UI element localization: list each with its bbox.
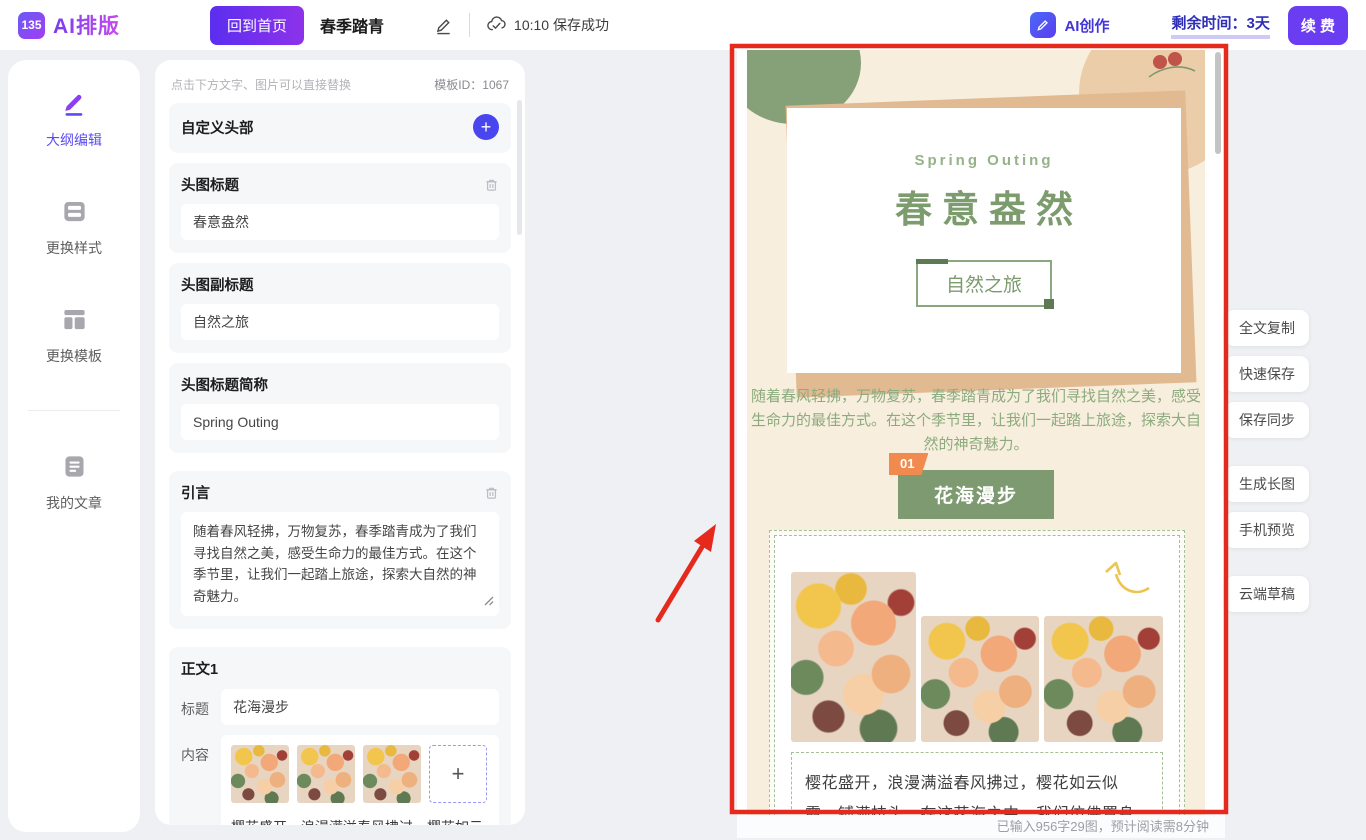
head-title-field-block: 头图标题 [169, 163, 511, 253]
copy-full-text-button[interactable]: 全文复制 [1225, 310, 1309, 346]
annotation-arrow-head [694, 524, 716, 552]
ai-create-label: AI创作 [1064, 15, 1109, 36]
resize-grip-icon[interactable] [484, 593, 494, 611]
body1-label: 正文1 [181, 658, 218, 679]
header-divider [469, 13, 470, 37]
delete-head-title-button[interactable] [484, 177, 499, 193]
yellow-arrow-decoration [1099, 556, 1153, 598]
head-short-input[interactable] [181, 404, 499, 440]
preview-intro-paragraph[interactable]: 随着春风轻拂，万物复苏，春季踏青成为了我们寻找自然之美，感受生命力的最佳方式。在… [751, 385, 1201, 457]
preview-flower-image[interactable] [1044, 616, 1163, 742]
ai-create-button[interactable]: AI创作 [1030, 12, 1109, 38]
app-root: 135 AI排版 回到首页 春季踏青 10:10 保存成功 AI创作 剩余时间：… [0, 0, 1366, 840]
logo-135-icon: 135 [18, 12, 45, 39]
article-document-icon [61, 453, 88, 485]
template-id-text: 模板ID：1067 [434, 76, 509, 93]
sidebar-item-label: 大纲编辑 [46, 130, 102, 150]
preview-gallery-frame: 樱花盛开，浪漫满溢春风拂过，樱花如云似霞，铺满枝头。在这花海之中，我们仿佛置身于… [769, 530, 1185, 815]
back-to-home-button[interactable]: 回到首页 [210, 6, 304, 45]
sidebar-item-change-template[interactable]: 更换模板 [46, 306, 102, 366]
head-subtitle-label: 头图副标题 [181, 274, 254, 295]
template-layout-icon [61, 306, 88, 338]
flower-thumbnail-image[interactable] [297, 745, 355, 803]
save-sync-button[interactable]: 保存同步 [1225, 402, 1309, 438]
preview-scrollbar[interactable] [1215, 52, 1221, 154]
preview-action-buttons: 全文复制 快速保存 保存同步 生成长图 手机预览 云端草稿 [1225, 310, 1309, 612]
preview-main-title: 春意盎然 [787, 179, 1181, 233]
flower-thumbnail-image[interactable] [363, 745, 421, 803]
preview-english-title: Spring Outing [787, 108, 1181, 169]
renew-button[interactable]: 续 费 [1288, 6, 1348, 45]
preview-flower-image[interactable] [921, 616, 1040, 742]
add-image-button[interactable] [429, 745, 487, 803]
generate-long-image-button[interactable]: 生成长图 [1225, 466, 1309, 502]
outline-pencil-icon [61, 90, 88, 122]
word-count-status-bar: 已输入956字29图，预计阅读需8分钟 [737, 815, 1225, 838]
title-card[interactable]: Spring Outing 春意盎然 自然之旅 [787, 108, 1181, 373]
preview-subtitle-box: 自然之旅 [916, 260, 1052, 307]
preview-flower-image[interactable] [791, 572, 916, 742]
body1-content-label: 内容 [181, 735, 221, 765]
ai-pencil-icon [1030, 12, 1056, 38]
editor-hint-text: 点击下方文字、图片可以直接替换 [171, 76, 351, 93]
app-logo-title: AI排版 [53, 10, 120, 40]
save-status-text: 10:10 保存成功 [514, 15, 609, 35]
editor-scrollbar[interactable] [517, 100, 522, 235]
delete-intro-button[interactable] [484, 485, 499, 501]
annotation-arrow [658, 547, 702, 620]
preview-canvas: Spring Outing 春意盎然 自然之旅 随着春风轻拂，万物复苏，春季踏青… [747, 48, 1205, 815]
body1-content-text[interactable]: 樱花盛开，浪漫满溢春风拂过，樱花如云似霞，铺满枝头。在这花海之中，我们仿佛置身于… [231, 815, 489, 825]
left-sidebar: 大纲编辑 更换样式 更换模板 我的文章 [8, 60, 140, 832]
phone-preview-button[interactable]: 手机预览 [1225, 512, 1309, 548]
head-subtitle-field-block: 头图副标题 [169, 263, 511, 353]
flower-thumbnail-image[interactable] [231, 745, 289, 803]
sidebar-divider [28, 410, 120, 411]
sidebar-item-outline-edit[interactable]: 大纲编辑 [46, 90, 102, 150]
sidebar-item-label: 更换样式 [46, 238, 102, 258]
body1-content-editor: 樱花盛开，浪漫满溢春风拂过，樱花如云似霞，铺满枝头。在这花海之中，我们仿佛置身于… [221, 735, 499, 825]
top-header-bar: 135 AI排版 回到首页 春季踏青 10:10 保存成功 AI创作 剩余时间：… [0, 0, 1366, 50]
sidebar-item-change-style[interactable]: 更换样式 [46, 198, 102, 258]
save-status: 10:10 保存成功 [486, 15, 609, 35]
quick-save-button[interactable]: 快速保存 [1225, 356, 1309, 392]
document-title: 春季踏青 [320, 13, 384, 37]
time-remaining-badge: 剩余时间：3天 [1171, 12, 1269, 39]
head-title-input[interactable] [181, 204, 499, 240]
sidebar-item-my-articles[interactable]: 我的文章 [46, 453, 102, 513]
body1-title-label: 标题 [181, 689, 221, 719]
intro-field-block: 引言 随着春风轻拂，万物复苏，春季踏青成为了我们寻找自然之美，感受生命力的最佳方… [169, 471, 511, 629]
preview-section-title[interactable]: 花海漫步 [898, 470, 1054, 519]
body1-section-block: 正文1 标题 内容 樱花盛开，浪漫满溢春风拂过，樱花如云似霞，铺满枝头。在这花海… [169, 647, 511, 825]
sidebar-item-label: 更换模板 [46, 346, 102, 366]
add-header-button[interactable] [473, 114, 499, 140]
preview-section-header: 01 花海漫步 [747, 470, 1205, 519]
head-title-label: 头图标题 [181, 174, 239, 195]
rename-pencil-icon[interactable] [434, 16, 453, 35]
sidebar-item-label: 我的文章 [46, 493, 102, 513]
head-subtitle-input[interactable] [181, 304, 499, 340]
head-short-label: 头图标题简称 [181, 374, 268, 395]
preview-section-text[interactable]: 樱花盛开，浪漫满溢春风拂过，樱花如云似霞，铺满枝头。在这花海之中，我们仿佛置身于… [791, 752, 1163, 815]
outline-editor-panel: 点击下方文字、图片可以直接替换 模板ID：1067 自定义头部 头图标题 头图副… [155, 60, 525, 825]
article-preview-panel: Spring Outing 春意盎然 自然之旅 随着春风轻拂，万物复苏，春季踏青… [737, 44, 1225, 815]
berries-decoration-icon [1143, 50, 1197, 80]
custom-header-section: 自定义头部 [169, 103, 511, 153]
head-short-field-block: 头图标题简称 [169, 363, 511, 453]
cloud-check-icon [486, 15, 507, 35]
style-layout-icon [61, 198, 88, 230]
intro-textarea[interactable]: 随着春风轻拂，万物复苏，春季踏青成为了我们寻找自然之美，感受生命力的最佳方式。在… [181, 512, 499, 616]
custom-header-label: 自定义头部 [181, 117, 254, 138]
cloud-draft-button[interactable]: 云端草稿 [1225, 576, 1309, 612]
intro-label: 引言 [181, 482, 210, 503]
body1-title-input[interactable] [221, 689, 499, 725]
